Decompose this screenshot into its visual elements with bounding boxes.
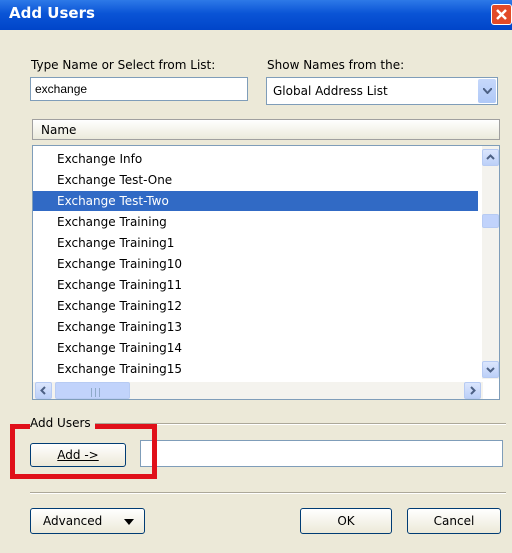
cancel-button-label: Cancel	[433, 514, 475, 528]
chevron-up-icon	[486, 154, 495, 160]
chevron-left-icon	[40, 386, 46, 395]
list-item[interactable]: Exchange Training11	[33, 275, 478, 295]
caret-down-icon	[124, 519, 134, 525]
chevron-right-icon	[470, 386, 476, 395]
scroll-right-button[interactable]	[464, 382, 481, 399]
list-item[interactable]: Exchange Training12	[33, 296, 478, 316]
names-list[interactable]: Exchange Info Exchange Test-One Exchange…	[32, 145, 500, 400]
highlight-box	[10, 424, 157, 479]
name-column-header[interactable]: Name	[32, 119, 500, 140]
dropdown-button[interactable]	[478, 79, 496, 103]
list-item[interactable]: Exchange Info	[33, 149, 478, 169]
search-input[interactable]	[30, 77, 248, 101]
close-icon	[496, 9, 507, 20]
chevron-down-icon	[483, 88, 492, 94]
horizontal-scroll-thumb[interactable]: |||	[55, 382, 130, 399]
window-title: Add Users	[9, 4, 95, 22]
vertical-scroll-thumb[interactable]	[482, 214, 499, 228]
list-item[interactable]: Exchange Training1	[33, 233, 478, 253]
scroll-up-button[interactable]	[482, 149, 499, 166]
horizontal-scrollbar[interactable]: |||	[33, 382, 483, 399]
source-label: Show Names from the:	[267, 58, 405, 72]
scroll-left-button[interactable]	[35, 382, 52, 399]
address-list-select[interactable]: Global Address List	[266, 77, 498, 105]
list-item[interactable]: Exchange Training	[33, 212, 478, 232]
advanced-button-label: Advanced	[43, 514, 103, 528]
list-item[interactable]: Exchange Training14	[33, 338, 478, 358]
name-column-label: Name	[41, 123, 77, 137]
advanced-button[interactable]: Advanced	[30, 508, 145, 534]
list-item[interactable]: Exchange Training10	[33, 254, 478, 274]
vertical-scrollbar[interactable]	[482, 146, 499, 379]
scroll-down-button[interactable]	[482, 361, 499, 378]
title-bar[interactable]: Add Users	[0, 0, 512, 30]
list-item-selected[interactable]: Exchange Test-Two	[33, 191, 478, 211]
add-users-input[interactable]	[140, 440, 503, 467]
ok-button-label: OK	[337, 514, 355, 528]
list-item[interactable]: Exchange Training13	[33, 317, 478, 337]
footer-divider	[30, 492, 506, 494]
list-item[interactable]: Exchange Training15	[33, 359, 478, 379]
chevron-down-icon	[486, 367, 495, 373]
list-item[interactable]: Exchange Test-One	[33, 170, 478, 190]
cancel-button[interactable]: Cancel	[407, 508, 501, 534]
ok-button[interactable]: OK	[300, 508, 392, 534]
add-users-group-label: Add Users	[30, 416, 95, 430]
address-list-value: Global Address List	[273, 84, 388, 98]
add-users-dialog: Add Users Type Name or Select from List:…	[0, 0, 512, 553]
search-label: Type Name or Select from List:	[31, 58, 216, 72]
close-button[interactable]	[491, 4, 512, 25]
grip-icon: |||	[90, 388, 103, 398]
